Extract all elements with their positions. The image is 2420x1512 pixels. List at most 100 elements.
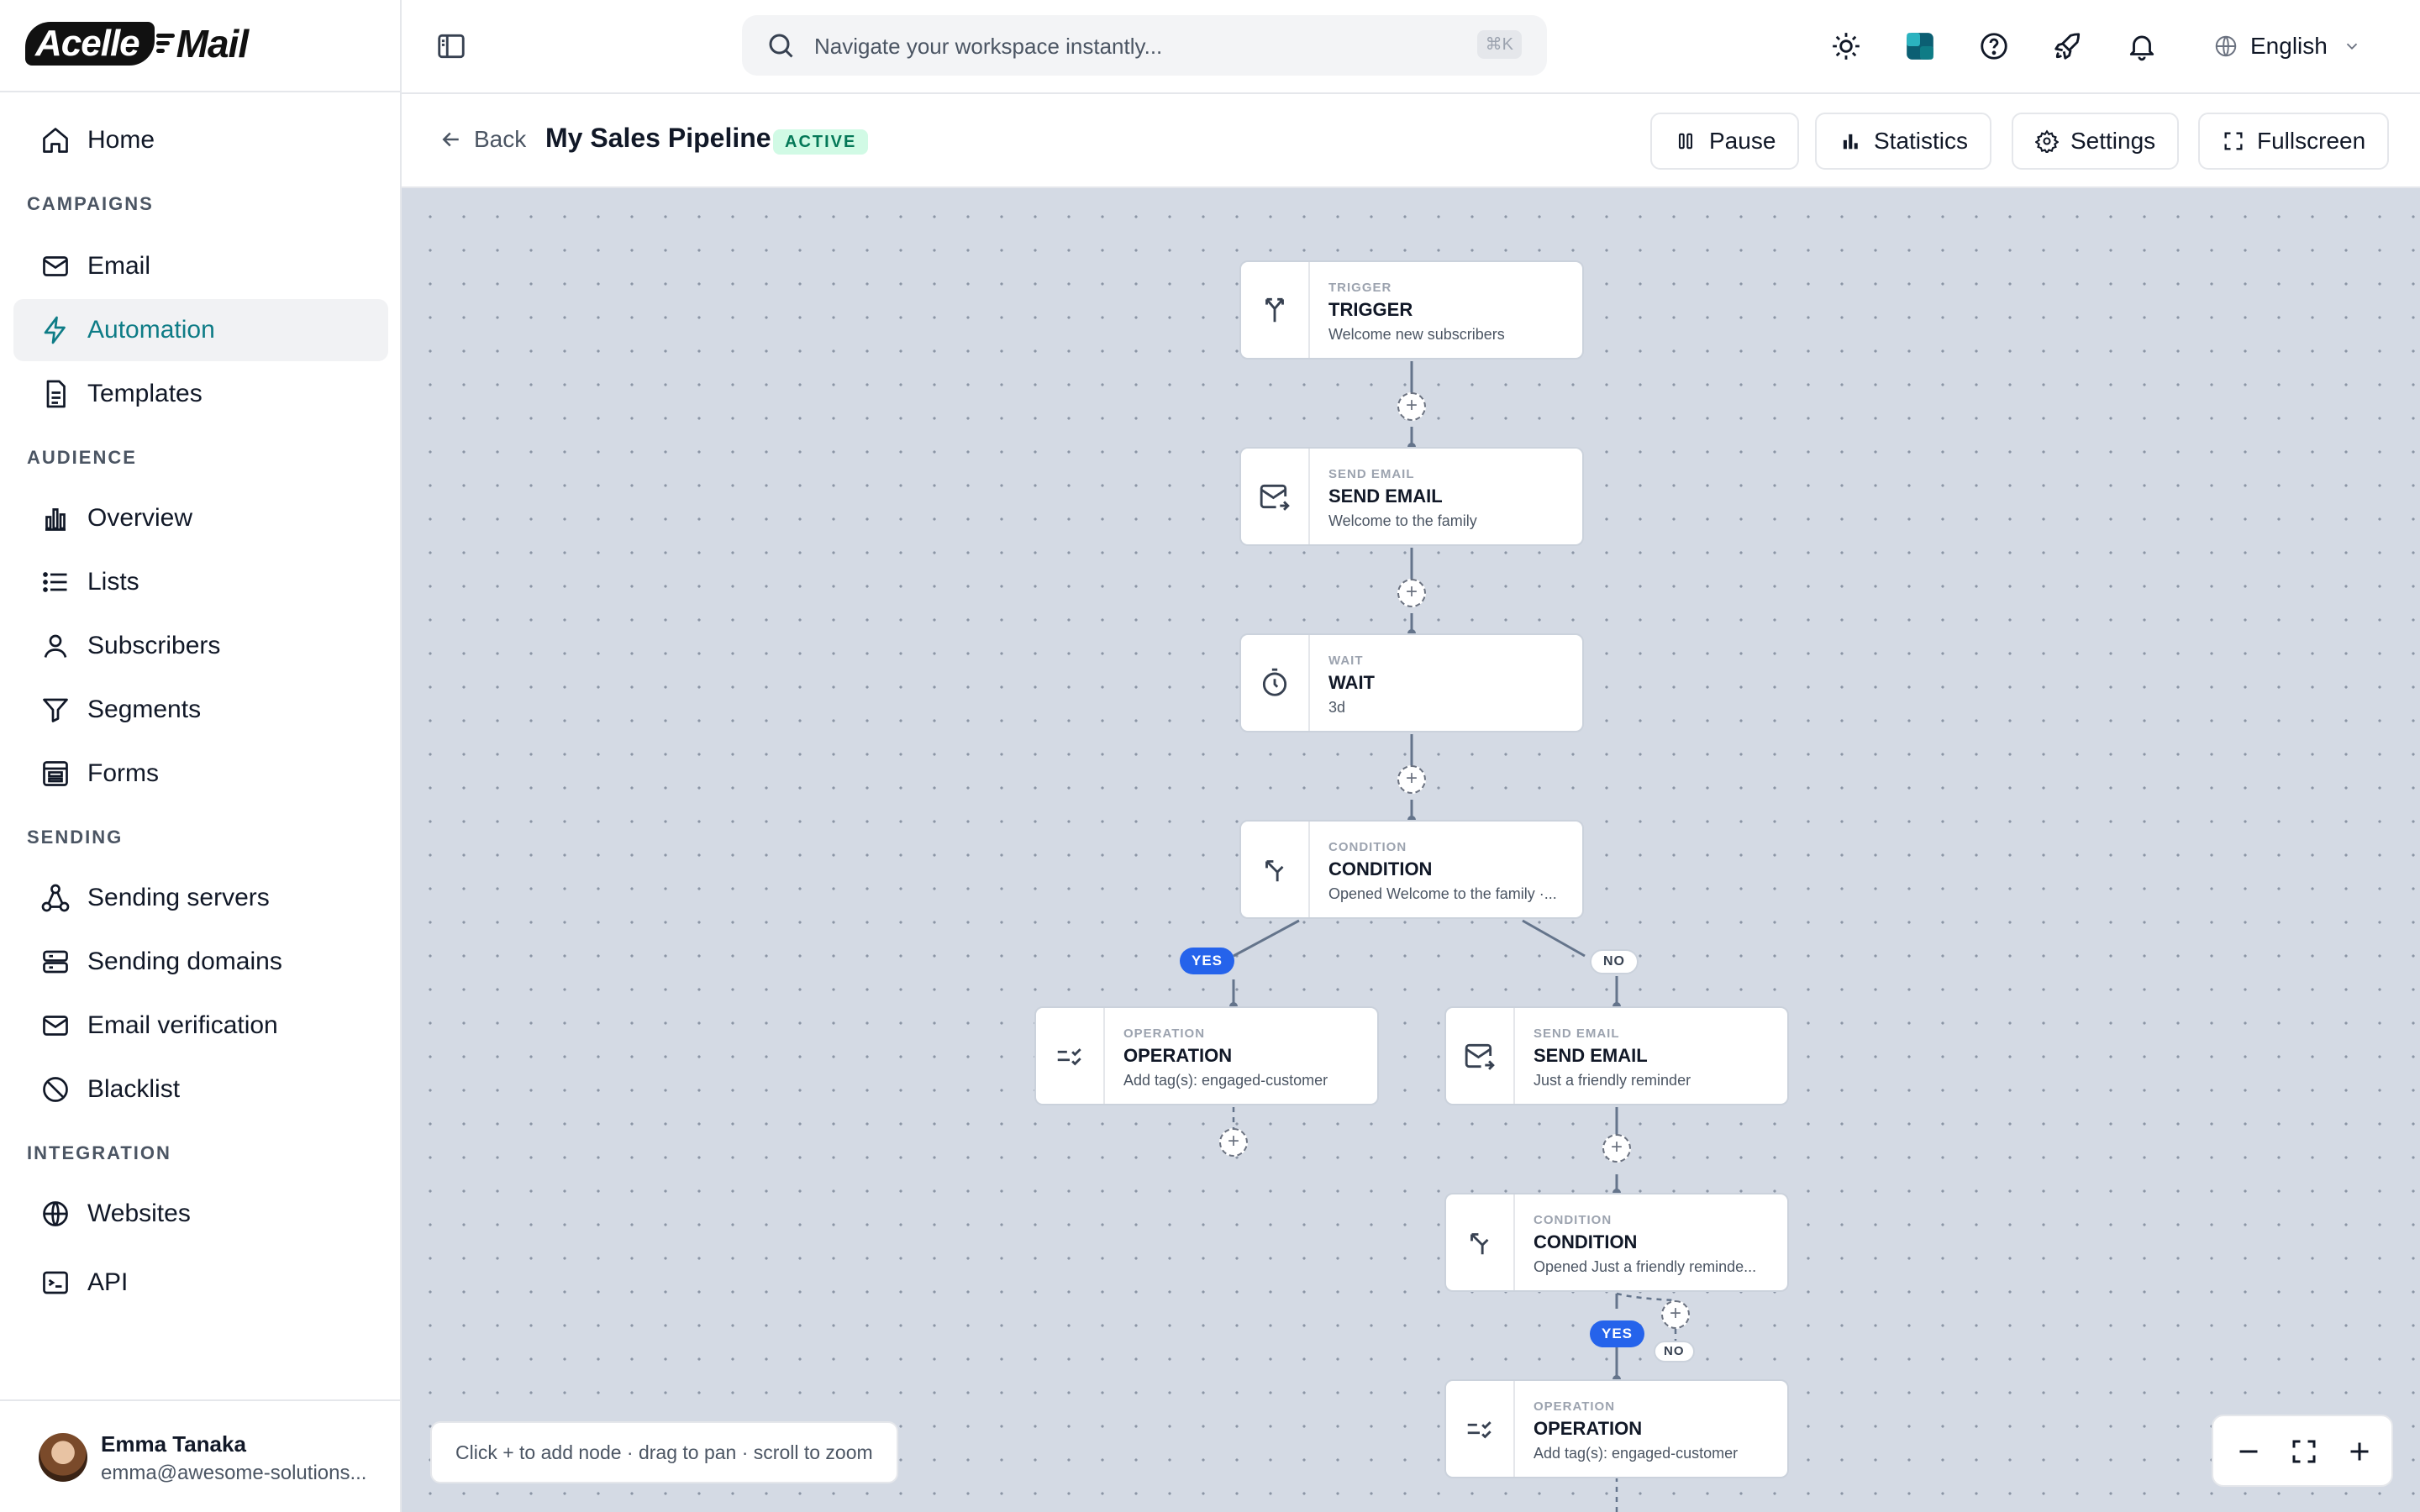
add-node-button[interactable]: + xyxy=(1397,392,1426,421)
node-wait[interactable]: WAIT WAIT 3d xyxy=(1239,633,1584,732)
language-selector[interactable]: English xyxy=(2213,25,2361,67)
ban-icon xyxy=(43,1077,68,1102)
pause-button[interactable]: Pause xyxy=(1650,113,1800,170)
node-operation[interactable]: OPERATION OPERATION Add tag(s): engaged-… xyxy=(1444,1379,1789,1478)
zoom-out-icon[interactable] xyxy=(2233,1436,2264,1467)
home-icon xyxy=(43,128,68,153)
node-condition[interactable]: CONDITION CONDITION Opened Welcome to th… xyxy=(1239,820,1584,919)
node-title: CONDITION xyxy=(1534,1231,1638,1252)
sidebar-item-label: Blacklist xyxy=(87,1075,181,1103)
statistics-button[interactable]: Statistics xyxy=(1815,113,1992,170)
fullscreen-label: Fullscreen xyxy=(2257,128,2366,154)
sidebar-item-subscribers[interactable]: Subscribers xyxy=(13,615,388,677)
sidebar-item-sending-servers[interactable]: Sending servers xyxy=(13,867,388,929)
fit-view-icon[interactable] xyxy=(2289,1436,2319,1467)
sidebar-item-templates[interactable]: Templates xyxy=(13,363,388,425)
node-description: 3d xyxy=(1328,699,1346,716)
sidebar-item-home[interactable]: Home xyxy=(13,109,388,171)
help-icon[interactable] xyxy=(1978,30,2010,62)
network-icon xyxy=(41,884,70,912)
canvas-hint: Click + to add node · drag to pan · scro… xyxy=(430,1421,898,1483)
add-node-button[interactable]: + xyxy=(1397,765,1426,794)
sidebar-item-automation[interactable]: Automation xyxy=(13,299,388,361)
zoom-in-icon[interactable] xyxy=(2344,1436,2375,1467)
node-title: OPERATION xyxy=(1123,1045,1233,1066)
sidebar-item-blacklist[interactable]: Blacklist xyxy=(13,1058,388,1121)
sidebar-item-label: Sending domains xyxy=(87,948,282,975)
chevron-down-icon xyxy=(2346,43,2357,50)
bell-icon[interactable] xyxy=(2126,30,2158,62)
node-icon-cell xyxy=(1446,1381,1515,1477)
node-icon-cell xyxy=(1241,262,1310,358)
fullscreen-button[interactable]: Fullscreen xyxy=(2198,113,2390,170)
add-node-button[interactable]: + xyxy=(1219,1128,1248,1157)
operation-icon xyxy=(1057,1048,1081,1066)
gear-icon xyxy=(2035,129,2059,153)
branch-no-label: NO xyxy=(1590,949,1639,974)
list-icon xyxy=(43,572,67,592)
sidebar-item-websites[interactable]: Websites xyxy=(13,1183,388,1245)
statistics-label: Statistics xyxy=(1874,128,1969,154)
page-title: My Sales Pipeline xyxy=(545,123,771,153)
mail-icon xyxy=(43,1016,68,1036)
sidebar-item-email[interactable]: Email xyxy=(13,235,388,297)
search-input[interactable]: Navigate your workspace instantly... ⌘K xyxy=(742,15,1547,76)
rocket-icon[interactable] xyxy=(2052,30,2084,62)
settings-label: Settings xyxy=(2070,128,2156,154)
sidebar-item-api[interactable]: API xyxy=(13,1252,388,1314)
sun-icon[interactable] xyxy=(1830,30,1862,62)
page-header: Back My Sales Pipeline ACTIVE Pause Stat… xyxy=(402,92,2420,188)
sidebar-item-lists[interactable]: Lists xyxy=(13,551,388,613)
back-label: Back xyxy=(474,126,527,152)
sidebar-item-segments[interactable]: Segments xyxy=(13,679,388,741)
branch-yes-label: YES xyxy=(1180,948,1235,974)
sidebar-item-forms[interactable]: Forms xyxy=(13,743,388,805)
app-switcher-icon[interactable] xyxy=(1904,30,1936,62)
user-email: emma@awesome-solutions... xyxy=(101,1462,367,1484)
bar-chart-icon xyxy=(45,508,66,531)
sidebar-item-label: API xyxy=(87,1268,129,1296)
node-description: Welcome to the family xyxy=(1328,512,1477,529)
expand-icon xyxy=(2224,132,2243,150)
logo-mark xyxy=(155,27,175,60)
user-profile[interactable]: Emma Tanaka emma@awesome-solutions... xyxy=(0,1399,400,1512)
section-audience: AUDIENCE xyxy=(27,447,137,468)
node-type: TRIGGER xyxy=(1328,281,1392,295)
topbar: Navigate your workspace instantly... ⌘K … xyxy=(402,0,2420,92)
globe-icon xyxy=(43,1201,68,1226)
terminal-icon xyxy=(43,1271,68,1294)
workflow-canvas[interactable]: TRIGGER TRIGGER Welcome new subscribers … xyxy=(402,188,2420,1512)
search-placeholder: Navigate your workspace instantly... xyxy=(814,34,1163,59)
node-icon-cell xyxy=(1036,1008,1105,1104)
pause-icon xyxy=(1678,133,1693,150)
node-type: OPERATION xyxy=(1534,1399,1616,1414)
node-title: CONDITION xyxy=(1328,858,1433,879)
add-node-button[interactable]: + xyxy=(1397,579,1426,607)
sidebar-item-label: Home xyxy=(87,126,155,154)
node-trigger[interactable]: TRIGGER TRIGGER Welcome new subscribers xyxy=(1239,260,1584,360)
arrow-left-icon xyxy=(442,132,459,147)
globe-icon xyxy=(2215,35,2237,57)
condition-icon xyxy=(1265,860,1284,882)
sidebar-toggle-icon[interactable] xyxy=(435,30,467,62)
settings-button[interactable]: Settings xyxy=(2012,113,2180,170)
add-node-button[interactable]: + xyxy=(1602,1134,1631,1163)
node-condition[interactable]: CONDITION CONDITION Opened Just a friend… xyxy=(1444,1193,1789,1292)
search-icon xyxy=(769,34,793,58)
add-node-button[interactable]: + xyxy=(1661,1300,1690,1329)
logo[interactable]: Acelle Mail xyxy=(25,18,249,69)
sidebar-item-overview[interactable]: Overview xyxy=(13,487,388,549)
form-icon xyxy=(43,761,68,786)
sidebar-item-label: Email xyxy=(87,252,151,280)
mail-icon xyxy=(43,256,68,276)
node-type: SEND EMAIL xyxy=(1328,467,1415,481)
node-type: OPERATION xyxy=(1123,1026,1206,1041)
node-send-email[interactable]: SEND EMAIL SEND EMAIL Just a friendly re… xyxy=(1444,1006,1789,1105)
sidebar-item-sending-domains[interactable]: Sending domains xyxy=(13,931,388,993)
search-shortcut: ⌘K xyxy=(1476,30,1522,59)
logo-row: Acelle Mail xyxy=(0,0,400,92)
node-send-email[interactable]: SEND EMAIL SEND EMAIL Welcome to the fam… xyxy=(1239,447,1584,546)
sidebar-item-email-verification[interactable]: Email verification xyxy=(13,995,388,1057)
node-operation[interactable]: OPERATION OPERATION Add tag(s): engaged-… xyxy=(1034,1006,1379,1105)
back-button[interactable]: Back xyxy=(439,126,526,153)
